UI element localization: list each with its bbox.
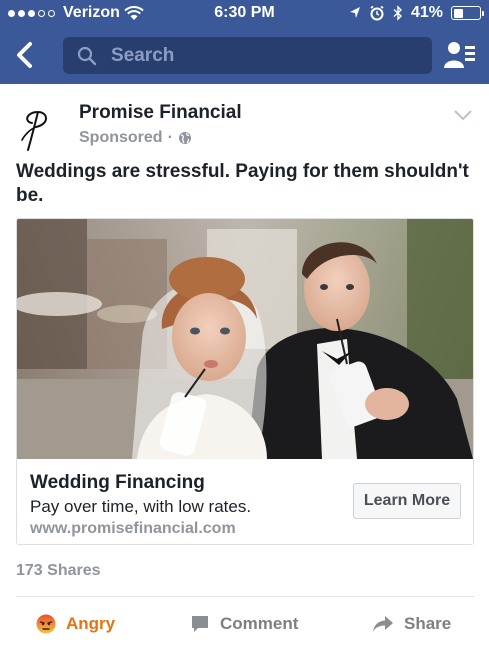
angry-label: Angry [66, 614, 116, 633]
search-placeholder: Search [111, 45, 175, 66]
divider [16, 596, 474, 597]
status-right: 41% [349, 4, 484, 22]
ad-description: Pay over time, with low rates. [30, 497, 252, 516]
ad-card[interactable]: Wedding Financing Pay over time, with lo… [16, 218, 474, 545]
share-label: Share [404, 614, 452, 633]
post-message: Weddings are stressful. Paying for them … [16, 161, 469, 206]
back-arrow-icon[interactable] [12, 40, 38, 70]
comment-label: Comment [220, 614, 299, 633]
sponsored-label: Sponsored [79, 129, 163, 146]
battery-fill [453, 8, 464, 18]
top-navigation-bar: Verizon 6:30 PM 41% Search [0, 0, 489, 84]
search-input[interactable]: Search [63, 37, 432, 74]
chevron-down-icon[interactable] [452, 108, 474, 122]
ad-info: Wedding Financing Pay over time, with lo… [17, 459, 473, 544]
shares-count[interactable]: 173 Shares [16, 562, 101, 580]
status-bar: Verizon 6:30 PM 41% [0, 0, 489, 28]
separator-dot: · [167, 129, 173, 146]
friend-requests-icon[interactable] [444, 40, 476, 70]
nav-row: Search [0, 30, 489, 80]
learn-more-button[interactable]: Learn More [353, 483, 461, 519]
comment-icon [192, 616, 208, 632]
page-name[interactable]: Promise Financial [79, 102, 242, 124]
angry-reaction-button[interactable]: Angry [36, 604, 115, 644]
location-arrow-icon [349, 7, 360, 18]
battery-icon [451, 6, 484, 20]
search-icon [77, 46, 97, 66]
sponsored-label-row: Sponsored · [79, 129, 192, 147]
globe-icon [178, 132, 191, 144]
share-button[interactable]: Share [372, 604, 451, 644]
promise-financial-logo[interactable] [16, 106, 64, 154]
sponsored-post: Promise Financial Sponsored · Weddings a… [0, 84, 489, 650]
ad-headline[interactable]: Wedding Financing [30, 472, 205, 494]
share-arrow-icon [373, 616, 393, 632]
ad-url[interactable]: www.promisefinancial.com [30, 520, 236, 538]
bluetooth-icon [393, 5, 402, 21]
wedding-couple-image[interactable] [17, 219, 473, 459]
angry-face-icon [36, 614, 56, 634]
alarm-icon [370, 5, 384, 21]
comment-button[interactable]: Comment [190, 604, 298, 644]
battery-percent: 41% [410, 4, 443, 21]
action-bar: Angry Comment Share [0, 604, 489, 644]
